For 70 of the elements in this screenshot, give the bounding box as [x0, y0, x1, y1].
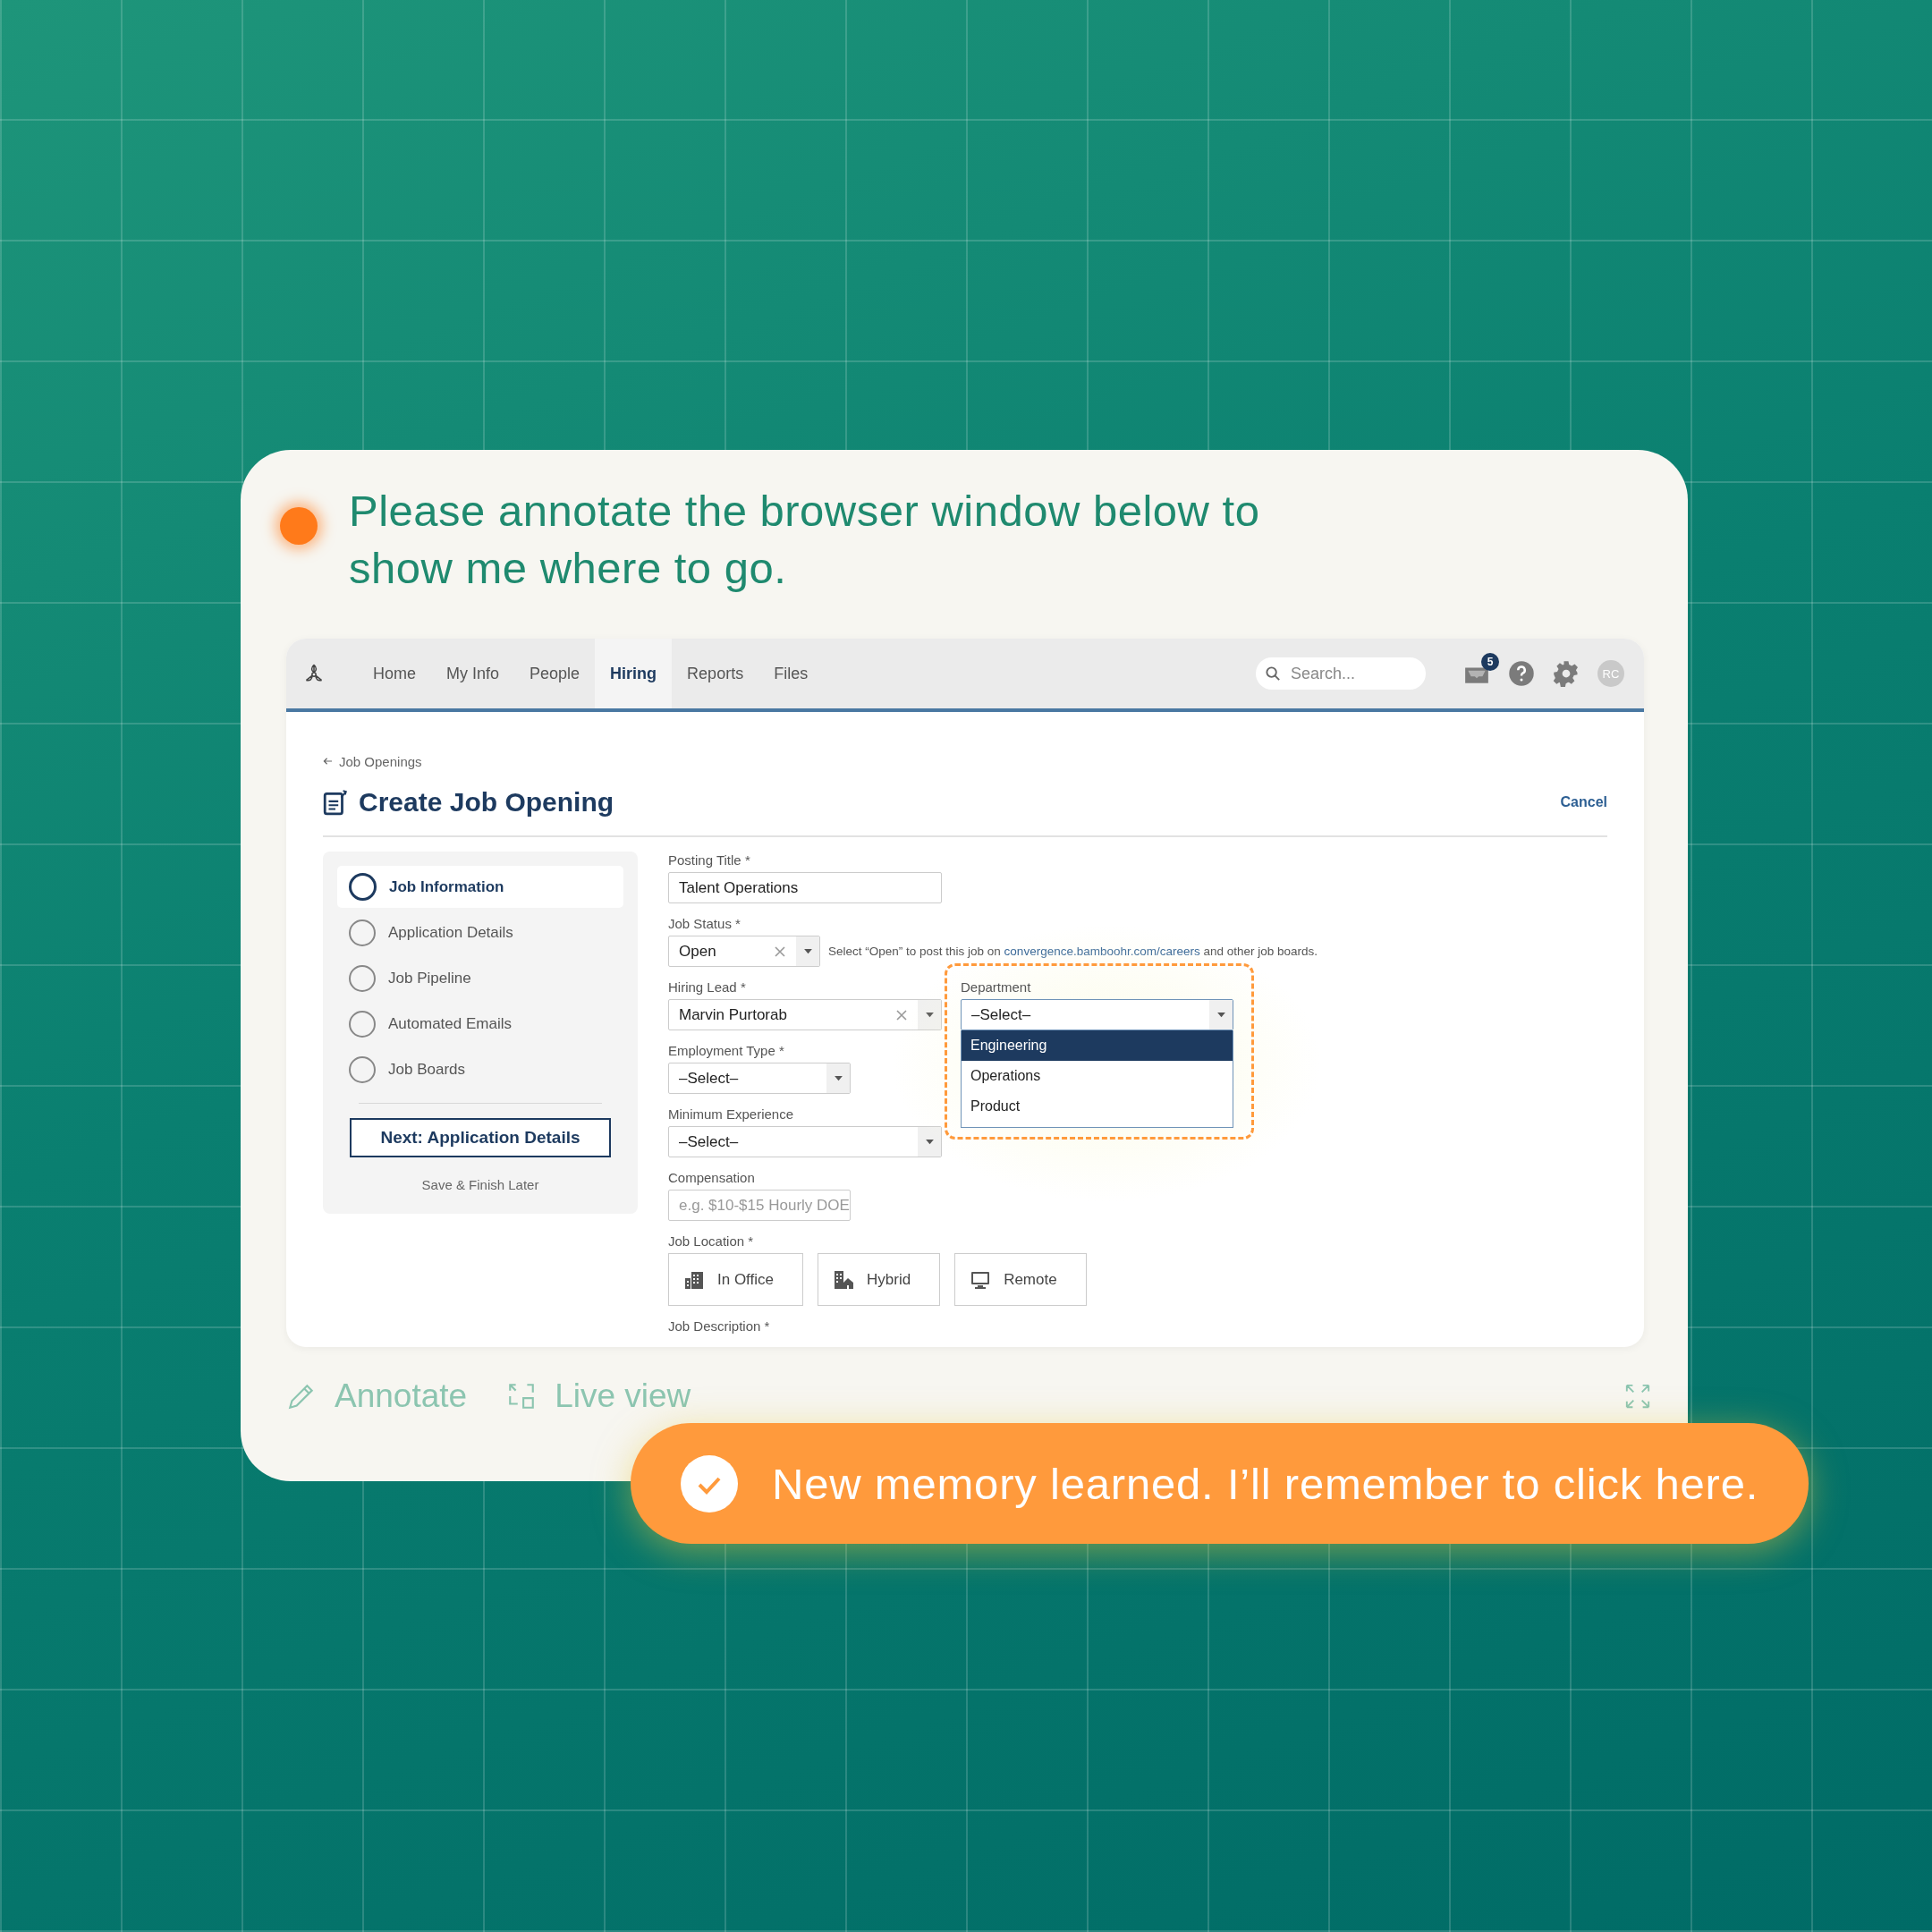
- step-circle-icon: [349, 964, 376, 992]
- next-button[interactable]: Next: Application Details: [350, 1118, 611, 1157]
- field-label: Posting Title *: [668, 852, 750, 869]
- building-home-icon: [833, 1268, 854, 1291]
- toast-text: New memory learned. I’ll remember to click here.: [772, 1458, 1759, 1509]
- caret-icon: [924, 1139, 935, 1145]
- step-circle-icon: [349, 1055, 376, 1083]
- save-link[interactable]: Save & Finish Later: [421, 1177, 539, 1192]
- clear-icon[interactable]: [896, 1009, 907, 1021]
- step-label: Job Boards: [388, 1060, 465, 1079]
- select-field[interactable]: –Select–: [668, 1063, 851, 1094]
- cancel-link[interactable]: Cancel: [1560, 794, 1607, 810]
- step-item[interactable]: Job Pipeline: [337, 957, 623, 999]
- clear-icon[interactable]: [775, 945, 785, 957]
- step-circle-icon: [349, 1010, 376, 1038]
- nav-tab[interactable]: People: [514, 639, 596, 708]
- select-field[interactable]: –Select–: [668, 1126, 942, 1157]
- step-label: Job Pipeline: [388, 969, 471, 987]
- caret-icon: [802, 948, 813, 954]
- nav-tab[interactable]: My Info: [431, 639, 515, 708]
- select-field[interactable]: Marvin Purtorab: [668, 999, 942, 1030]
- dropdown-option[interactable]: Operations: [962, 1061, 1233, 1091]
- back-arrow-icon: [323, 757, 333, 766]
- search-icon: [1265, 665, 1282, 682]
- nav-tab[interactable]: Files: [758, 639, 824, 708]
- select-field[interactable]: –Select–: [961, 999, 1233, 1030]
- text-field[interactable]: e.g. $10-$15 Hourly DOE: [668, 1190, 851, 1221]
- step-item[interactable]: Automated Emails: [337, 1003, 623, 1045]
- page-title: Create Job Opening: [359, 787, 614, 818]
- step-circle-icon: [349, 919, 376, 946]
- field-label: Employment Type *: [668, 1042, 784, 1059]
- check-icon: [681, 1454, 738, 1513]
- expand-icon[interactable]: [1624, 1383, 1651, 1410]
- location-option[interactable]: Hybrid: [818, 1253, 941, 1306]
- prompt-text: Please annotate the browser window below to show me where to go.: [349, 486, 1261, 594]
- step-item[interactable]: Application Details: [337, 911, 623, 953]
- text-field[interactable]: Talent Operations: [668, 872, 942, 903]
- field-label: Minimum Experience: [668, 1106, 794, 1123]
- caret-icon: [924, 1012, 935, 1018]
- nav-tab[interactable]: Home: [358, 639, 431, 708]
- step-label: Automated Emails: [388, 1014, 512, 1033]
- clipboard-icon: [323, 789, 348, 816]
- location-option[interactable]: In Office: [668, 1253, 803, 1306]
- location-option[interactable]: Remote: [954, 1253, 1087, 1306]
- settings-icon[interactable]: [1553, 660, 1580, 687]
- nav-tab[interactable]: Hiring: [595, 639, 673, 708]
- field-label: Job Location *: [668, 1233, 754, 1250]
- select-field[interactable]: Open: [668, 936, 820, 967]
- step-label: Job Information: [389, 877, 504, 896]
- caret-icon: [833, 1075, 843, 1081]
- nav-tab[interactable]: Reports: [672, 639, 759, 708]
- caret-icon: [1216, 1012, 1226, 1018]
- field-label: Job Status *: [668, 915, 741, 932]
- back-link[interactable]: Job Openings: [323, 753, 422, 769]
- field-label: Hiring Lead *: [668, 979, 746, 996]
- field-label: Job Description *: [668, 1318, 770, 1335]
- notification-badge: 5: [1481, 653, 1499, 671]
- dropdown-option[interactable]: Engineering: [962, 1030, 1233, 1061]
- step-circle-icon: [349, 873, 377, 901]
- step-label: Application Details: [388, 923, 513, 942]
- dropdown-option[interactable]: Product: [962, 1091, 1233, 1122]
- field-label: Department: [961, 979, 1031, 996]
- hint-text: Select “Open” to post this job on convergence.bamboohr.com/careers and other job boards.: [828, 945, 1318, 958]
- step-item[interactable]: Job Boards: [337, 1048, 623, 1090]
- search-field[interactable]: Search...: [1256, 657, 1426, 690]
- step-item[interactable]: Job Information: [337, 866, 623, 908]
- help-icon[interactable]: [1508, 660, 1535, 687]
- careers-link[interactable]: convergence.bamboohr.com/careers: [1004, 945, 1200, 958]
- field-label: Compensation: [668, 1169, 755, 1186]
- status-dot: [280, 507, 318, 545]
